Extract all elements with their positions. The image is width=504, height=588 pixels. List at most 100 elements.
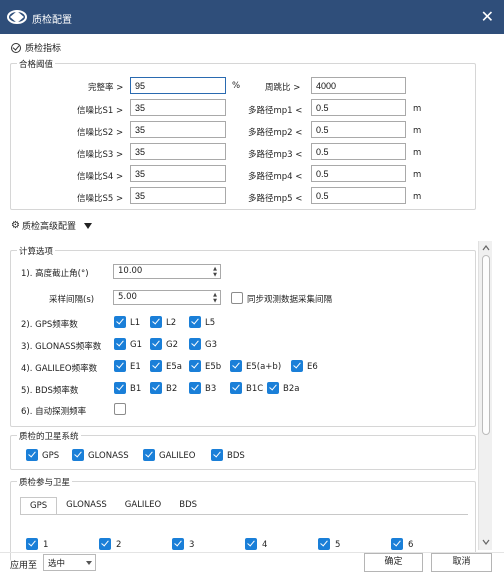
scroll-up-icon[interactable] (481, 243, 491, 253)
galileo-freq-label: 4). GALILEO频率数 (21, 364, 98, 374)
footer-separator (0, 552, 504, 553)
sat-6-checkbox[interactable] (391, 538, 403, 550)
gps-l5-checkbox[interactable] (189, 316, 201, 328)
glonass-g1-checkbox[interactable] (114, 338, 126, 350)
sys-galileo-checkbox[interactable] (143, 449, 155, 461)
galileo-e5b-label: E5b (205, 362, 222, 372)
mp1-label: 多路径mp1 < (248, 106, 303, 116)
mp1-input[interactable] (311, 99, 406, 116)
mp4-unit: m (413, 170, 422, 180)
glonass-g3-checkbox[interactable] (189, 338, 201, 350)
sample-interval-spinbox[interactable]: 5.00 ▲ ▼ (113, 290, 221, 305)
check-circle-icon (11, 42, 21, 53)
satellite-systems-title: 质检的卫星系统 (17, 430, 81, 442)
bds-b3-label: B3 (205, 384, 217, 394)
sat-2-checkbox[interactable] (99, 538, 111, 550)
glonass-g2-checkbox[interactable] (150, 338, 162, 350)
sys-bds-label: BDS (227, 451, 245, 461)
close-icon[interactable]: ✕ (481, 7, 494, 26)
mp2-label: 多路径mp2 < (248, 128, 303, 138)
advanced-config-label: 质检高级配置 (21, 222, 76, 232)
mp5-input[interactable] (311, 187, 406, 204)
tab-gps[interactable]: GPS (20, 497, 58, 515)
app-logo-icon (7, 10, 27, 24)
galileo-e6-label: E6 (307, 362, 318, 372)
sys-glonass-label: GLONASS (88, 451, 129, 461)
mp2-input[interactable] (311, 121, 406, 138)
constellation-tabs: GPS GLONASS GALILEO BDS (20, 497, 206, 515)
advanced-config-toggle[interactable]: ⚙ 质检高级配置 (11, 219, 92, 232)
sync-interval-label: 同步观测数据采集间隔 (247, 295, 333, 305)
snr4-input[interactable] (130, 165, 226, 182)
mp3-input[interactable] (311, 143, 406, 160)
galileo-e5b-checkbox[interactable] (189, 360, 201, 372)
galileo-e5a-checkbox[interactable] (150, 360, 162, 372)
mp4-input[interactable] (311, 165, 406, 182)
gps-l2-label: L2 (166, 318, 177, 328)
apply-to-label: 应用至 (10, 561, 38, 571)
gear-icon: ⚙ (11, 220, 20, 231)
snr5-input[interactable] (130, 187, 226, 204)
gps-l2-checkbox[interactable] (150, 316, 162, 328)
snr1-input[interactable] (130, 99, 226, 116)
cycle-slip-input[interactable] (311, 77, 406, 94)
sample-interval-value: 5.00 (118, 292, 137, 302)
calc-options-title: 计算选项 (17, 245, 56, 257)
spin-arrows-icon[interactable]: ▲ ▼ (212, 266, 218, 278)
snr1-label: 信噪比S1 > (77, 106, 124, 116)
spin-arrows-icon[interactable]: ▲ ▼ (212, 292, 218, 304)
scroll-down-icon[interactable] (481, 537, 491, 547)
vertical-scrollbar[interactable] (478, 241, 492, 550)
snr2-label: 信噪比S2 > (77, 128, 124, 138)
snr2-input[interactable] (130, 121, 226, 138)
cancel-button[interactable]: 取消 (431, 553, 492, 572)
tab-glonass[interactable]: GLONASS (57, 497, 116, 515)
sys-galileo-label: GALILEO (159, 451, 196, 461)
mp4-label: 多路径mp4 < (248, 172, 303, 182)
galileo-e1-label: E1 (130, 362, 141, 372)
galileo-e5ab-label: E5(a+b) (246, 362, 282, 372)
galileo-e5ab-checkbox[interactable] (230, 360, 242, 372)
gps-l1-checkbox[interactable] (114, 316, 126, 328)
apply-to-value: 选中 (48, 559, 66, 569)
bds-b1-label: B1 (130, 384, 142, 394)
bds-b1-checkbox[interactable] (114, 382, 126, 394)
bds-b2-checkbox[interactable] (150, 382, 162, 394)
snr3-input[interactable] (130, 143, 226, 160)
tab-galileo[interactable]: GALILEO (116, 497, 170, 515)
bds-b2a-label: B2a (283, 384, 300, 394)
galileo-e6-checkbox[interactable] (291, 360, 303, 372)
sat-4-label: 4 (262, 540, 268, 550)
apply-to-select[interactable]: 选中 (43, 554, 96, 571)
title-bar: 质检配置 ✕ (0, 0, 504, 34)
mp5-label: 多路径mp5 < (248, 194, 303, 204)
bds-b2a-checkbox[interactable] (267, 382, 279, 394)
mp5-unit: m (413, 192, 422, 202)
elevation-value: 10.00 (118, 266, 143, 276)
tab-bds[interactable]: BDS (170, 497, 206, 515)
metrics-header[interactable]: 质检指标 (11, 41, 61, 54)
sat-3-checkbox[interactable] (172, 538, 184, 550)
sat-1-checkbox[interactable] (26, 538, 38, 550)
sat-4-checkbox[interactable] (245, 538, 257, 550)
bds-b1c-checkbox[interactable] (230, 382, 242, 394)
completeness-input[interactable] (130, 77, 226, 94)
bds-b2-label: B2 (166, 384, 178, 394)
elevation-spinbox[interactable]: 10.00 ▲ ▼ (113, 264, 221, 279)
auto-detect-checkbox[interactable] (114, 403, 126, 415)
scrollbar-thumb[interactable] (482, 255, 490, 435)
elevation-label: 1). 高度截止角(°) (21, 269, 89, 279)
sat-5-checkbox[interactable] (318, 538, 330, 550)
ok-button[interactable]: 确定 (364, 553, 423, 572)
galileo-e1-checkbox[interactable] (114, 360, 126, 372)
sync-interval-checkbox[interactable] (231, 292, 243, 304)
sys-bds-checkbox[interactable] (211, 449, 223, 461)
glonass-g3-label: G3 (205, 340, 217, 350)
bds-b3-checkbox[interactable] (189, 382, 201, 394)
sys-glonass-checkbox[interactable] (72, 449, 84, 461)
sat-2-label: 2 (116, 540, 122, 550)
sys-gps-checkbox[interactable] (26, 449, 38, 461)
gps-freq-label: 2). GPS频率数 (21, 320, 78, 330)
participating-sats-title: 质检参与卫星 (17, 476, 73, 488)
chevron-down-icon (86, 561, 92, 565)
